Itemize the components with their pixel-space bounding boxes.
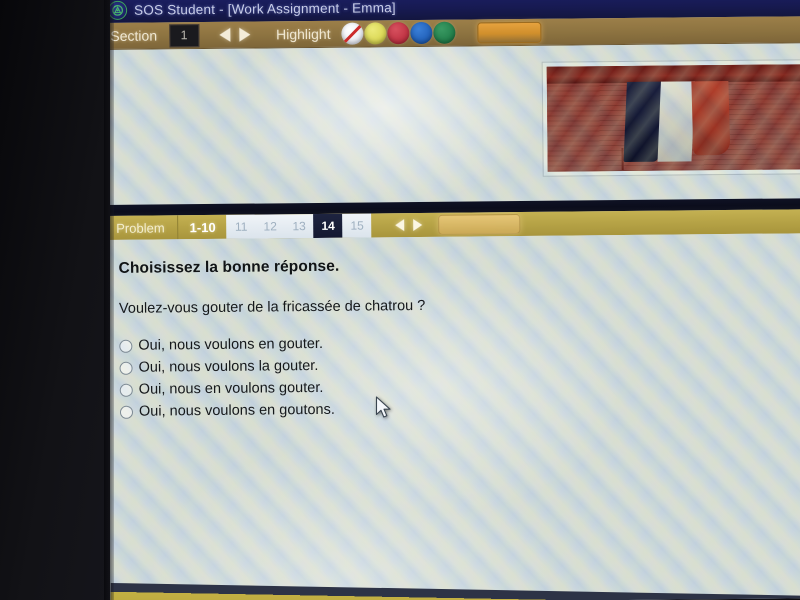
- radio-button-icon[interactable]: [119, 339, 133, 353]
- answer-options-list: Oui, nous voulons en gouter. Oui, nous v…: [119, 330, 800, 422]
- section-nav-arrows: [219, 27, 251, 42]
- swatch-blue-icon[interactable]: [410, 21, 433, 45]
- swatch-no-highlight-icon[interactable]: [341, 22, 364, 45]
- triangle-right-icon[interactable]: [239, 27, 251, 42]
- lesson-panel: Fr: [104, 43, 800, 205]
- triangle-right-icon[interactable]: [413, 218, 423, 232]
- section-label: Section: [110, 27, 158, 44]
- problem-nav-arrows: [372, 213, 433, 238]
- swatch-yellow-icon[interactable]: [364, 22, 387, 45]
- monitor-bezel-left: [0, 0, 110, 600]
- triangle-left-icon[interactable]: [219, 27, 231, 42]
- problem-tab-13[interactable]: 13: [285, 214, 314, 238]
- radio-button-icon[interactable]: [119, 405, 134, 419]
- problem-range-tab[interactable]: 1-10: [179, 215, 227, 239]
- question-prompt: Voulez-vous gouter de la fricassée de ch…: [118, 297, 426, 317]
- section-number-field[interactable]: 1: [168, 23, 200, 47]
- radio-button-icon[interactable]: [119, 361, 133, 375]
- answer-option-label: Oui, nous voulons en goutons.: [138, 401, 335, 420]
- section-action-button[interactable]: [477, 21, 542, 43]
- screenshot-root: SOS Student - [Work Assignment - Emma] S…: [0, 0, 800, 600]
- problem-action-button[interactable]: [438, 214, 521, 235]
- problem-tab-15[interactable]: 15: [343, 213, 372, 237]
- french-flag-icon: [623, 81, 731, 163]
- question-panel: Choisissez la bonne réponse. Voulez-vous…: [106, 233, 800, 600]
- highlight-label: Highlight: [275, 25, 331, 43]
- answer-option-4[interactable]: Oui, nous voulons en goutons.: [119, 396, 800, 422]
- answer-option-2[interactable]: Oui, nous voulons la gouter.: [119, 352, 799, 378]
- monitor-bezel-edge: [104, 0, 114, 600]
- app-window: SOS Student - [Work Assignment - Emma] S…: [104, 0, 800, 600]
- swatch-green-icon[interactable]: [433, 21, 456, 44]
- problem-label: Problem: [106, 215, 179, 240]
- problem-tab-12[interactable]: 12: [256, 214, 285, 238]
- question-heading: Choisissez la bonne réponse.: [118, 257, 340, 277]
- highlight-swatches: [341, 21, 456, 45]
- answer-option-1[interactable]: Oui, nous voulons en gouter.: [119, 330, 799, 356]
- swatch-red-icon[interactable]: [387, 22, 410, 45]
- window-title: SOS Student - [Work Assignment - Emma]: [134, 0, 396, 18]
- radio-button-icon[interactable]: [119, 383, 133, 397]
- problem-number-tabs: 11 12 13 14 15: [226, 213, 372, 239]
- problem-tab-11[interactable]: 11: [227, 215, 256, 239]
- triangle-left-icon[interactable]: [395, 219, 405, 232]
- problem-tab-14[interactable]: 14: [313, 213, 343, 238]
- answer-option-label: Oui, nous voulons en gouter.: [138, 335, 324, 354]
- answer-option-label: Oui, nous voulons la gouter.: [138, 357, 319, 376]
- answer-option-label: Oui, nous en voulons gouter.: [138, 379, 324, 398]
- lesson-banner-image: Fr: [542, 59, 800, 176]
- answer-option-3[interactable]: Oui, nous en voulons gouter.: [119, 374, 800, 400]
